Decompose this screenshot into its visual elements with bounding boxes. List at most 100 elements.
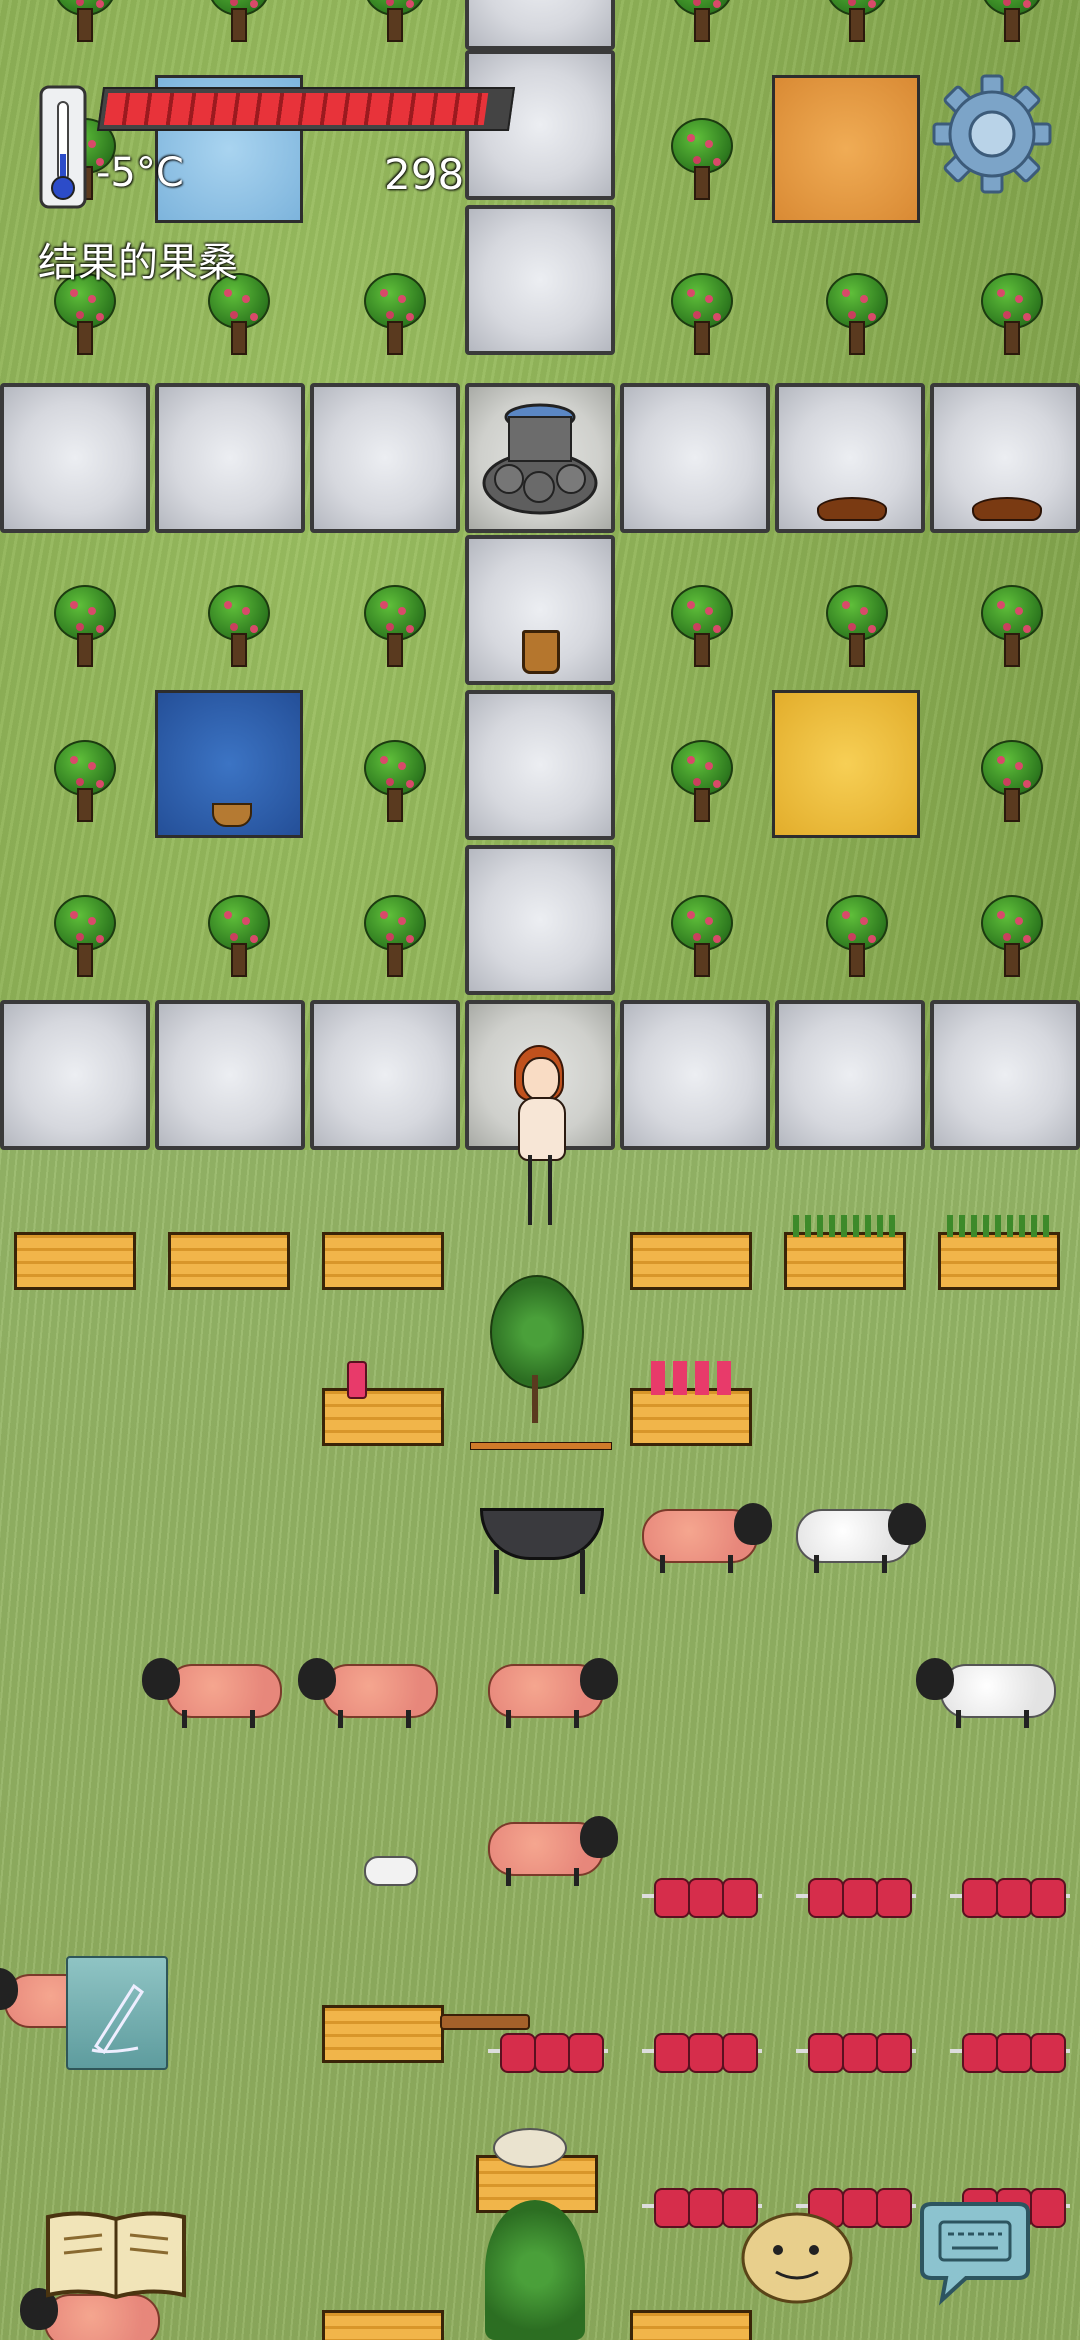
- berry-bush[interactable]: [480, 1275, 590, 1425]
- well-icon: [482, 403, 598, 515]
- carrot-planter-box[interactable]: [784, 1215, 906, 1290]
- mulberry-tree[interactable]: [202, 0, 272, 42]
- player-character[interactable]: [500, 1045, 580, 1245]
- stone-floor-tile: [620, 1000, 770, 1150]
- raw-mutton[interactable]: [488, 2025, 608, 2075]
- player-leg: [528, 1155, 532, 1225]
- status-label: 结果的果桑: [38, 240, 238, 286]
- food-bar-fill: [103, 93, 489, 125]
- player-body: [518, 1097, 566, 1161]
- raw-mutton[interactable]: [642, 1870, 762, 1920]
- stone-floor-tile: [155, 383, 305, 533]
- player-head: [522, 1057, 560, 1101]
- sheared-sheep[interactable]: [142, 1650, 282, 1730]
- dung-pile[interactable]: [972, 497, 1042, 521]
- skewer-box[interactable]: [322, 1361, 444, 1446]
- wooden-bucket[interactable]: [522, 630, 560, 674]
- mulberry-tree[interactable]: [665, 895, 735, 977]
- grill-leg: [494, 1550, 499, 1594]
- mulberry-tree[interactable]: [358, 740, 428, 822]
- mulberry-tree[interactable]: [358, 0, 428, 42]
- mulberry-tree[interactable]: [665, 585, 735, 667]
- sheared-sheep[interactable]: [632, 1495, 772, 1575]
- mulberry-tree[interactable]: [975, 585, 1045, 667]
- food-bar: [96, 87, 516, 131]
- orange-carpet[interactable]: [772, 75, 920, 223]
- wool-pile: [493, 2128, 567, 2168]
- book-icon: [46, 2211, 186, 2300]
- stone-floor-tile: [310, 383, 460, 533]
- food-count: 298: [384, 150, 465, 199]
- raw-mutton[interactable]: [950, 2025, 1070, 2075]
- mulberry-tree[interactable]: [202, 585, 272, 667]
- raw-mutton[interactable]: [950, 1870, 1070, 1920]
- yellow-carpet[interactable]: [772, 690, 920, 838]
- box-handle: [440, 2014, 530, 2030]
- wooden-box[interactable]: [630, 2310, 752, 2340]
- sheared-sheep[interactable]: [478, 1808, 618, 1888]
- mulberry-tree[interactable]: [48, 585, 118, 667]
- mulberry-tree[interactable]: [975, 895, 1045, 977]
- basket[interactable]: [212, 803, 252, 827]
- emote-button[interactable]: [740, 2208, 854, 2304]
- settings-button[interactable]: [930, 72, 1054, 196]
- stone-floor-tile: [465, 205, 615, 355]
- meat-skewer: [347, 1361, 367, 1399]
- grill-spit: [470, 1442, 612, 1450]
- mulberry-tree[interactable]: [358, 585, 428, 667]
- mulberry-tree[interactable]: [975, 273, 1045, 355]
- mulberry-tree[interactable]: [358, 895, 428, 977]
- wooden-box[interactable]: [322, 2310, 444, 2340]
- cooking-grill[interactable]: [470, 1420, 612, 1600]
- well-tile[interactable]: [465, 383, 615, 533]
- mulberry-tree[interactable]: [48, 0, 118, 42]
- woolly-sheep[interactable]: [916, 1650, 1056, 1730]
- mulberry-tree[interactable]: [975, 0, 1045, 42]
- mulberry-tree[interactable]: [358, 273, 428, 355]
- chat-keyboard-button[interactable]: [912, 2198, 1038, 2308]
- mulberry-tree[interactable]: [665, 273, 735, 355]
- mulberry-tree[interactable]: [820, 0, 890, 42]
- mulberry-tree[interactable]: [202, 895, 272, 977]
- lamb[interactable]: [364, 1856, 418, 1886]
- wooden-planter-box[interactable]: [168, 1232, 290, 1290]
- raw-mutton[interactable]: [796, 2025, 916, 2075]
- dung-pile[interactable]: [817, 497, 887, 521]
- mulberry-tree[interactable]: [820, 895, 890, 977]
- carrot-tops: [793, 1215, 897, 1237]
- mulberry-tree[interactable]: [665, 0, 735, 42]
- carrot-planter-box[interactable]: [938, 1215, 1060, 1290]
- berry-bush-stem: [532, 1375, 538, 1423]
- berry-bush[interactable]: [485, 2200, 585, 2340]
- mulberry-tree[interactable]: [820, 585, 890, 667]
- mulberry-tree[interactable]: [48, 895, 118, 977]
- stone-floor-tile: [930, 1000, 1080, 1150]
- wooden-planter-box[interactable]: [322, 1232, 444, 1290]
- stone-floor-tile: [465, 845, 615, 995]
- sheared-sheep[interactable]: [478, 1650, 618, 1730]
- stone-floor-tile: [155, 1000, 305, 1150]
- skewer-box[interactable]: [630, 1361, 752, 1446]
- stone-floor-tile: [775, 1000, 925, 1150]
- blue-carpet[interactable]: [155, 690, 303, 838]
- wooden-planter-box[interactable]: [630, 1232, 752, 1290]
- recipe-book-button[interactable]: [42, 2205, 190, 2301]
- woolly-sheep[interactable]: [786, 1495, 926, 1575]
- thermometer-icon: [38, 84, 88, 210]
- mulberry-tree[interactable]: [665, 740, 735, 822]
- mulberry-tree[interactable]: [975, 740, 1045, 822]
- wooden-box-with-handle[interactable]: [322, 2005, 444, 2063]
- wooden-planter-box[interactable]: [14, 1232, 136, 1290]
- raw-mutton[interactable]: [796, 1870, 916, 1920]
- meat-skewers: [651, 1361, 731, 1395]
- mulberry-tree[interactable]: [48, 740, 118, 822]
- mulberry-tree[interactable]: [665, 118, 735, 200]
- sheared-sheep[interactable]: [298, 1650, 438, 1730]
- stone-floor-tile: [620, 383, 770, 533]
- stone-floor-tile: [465, 690, 615, 840]
- note-button[interactable]: [66, 1956, 168, 2070]
- raw-mutton[interactable]: [642, 2025, 762, 2075]
- mulberry-tree[interactable]: [820, 273, 890, 355]
- face-icon: [741, 2212, 853, 2304]
- grill-leg: [580, 1550, 585, 1594]
